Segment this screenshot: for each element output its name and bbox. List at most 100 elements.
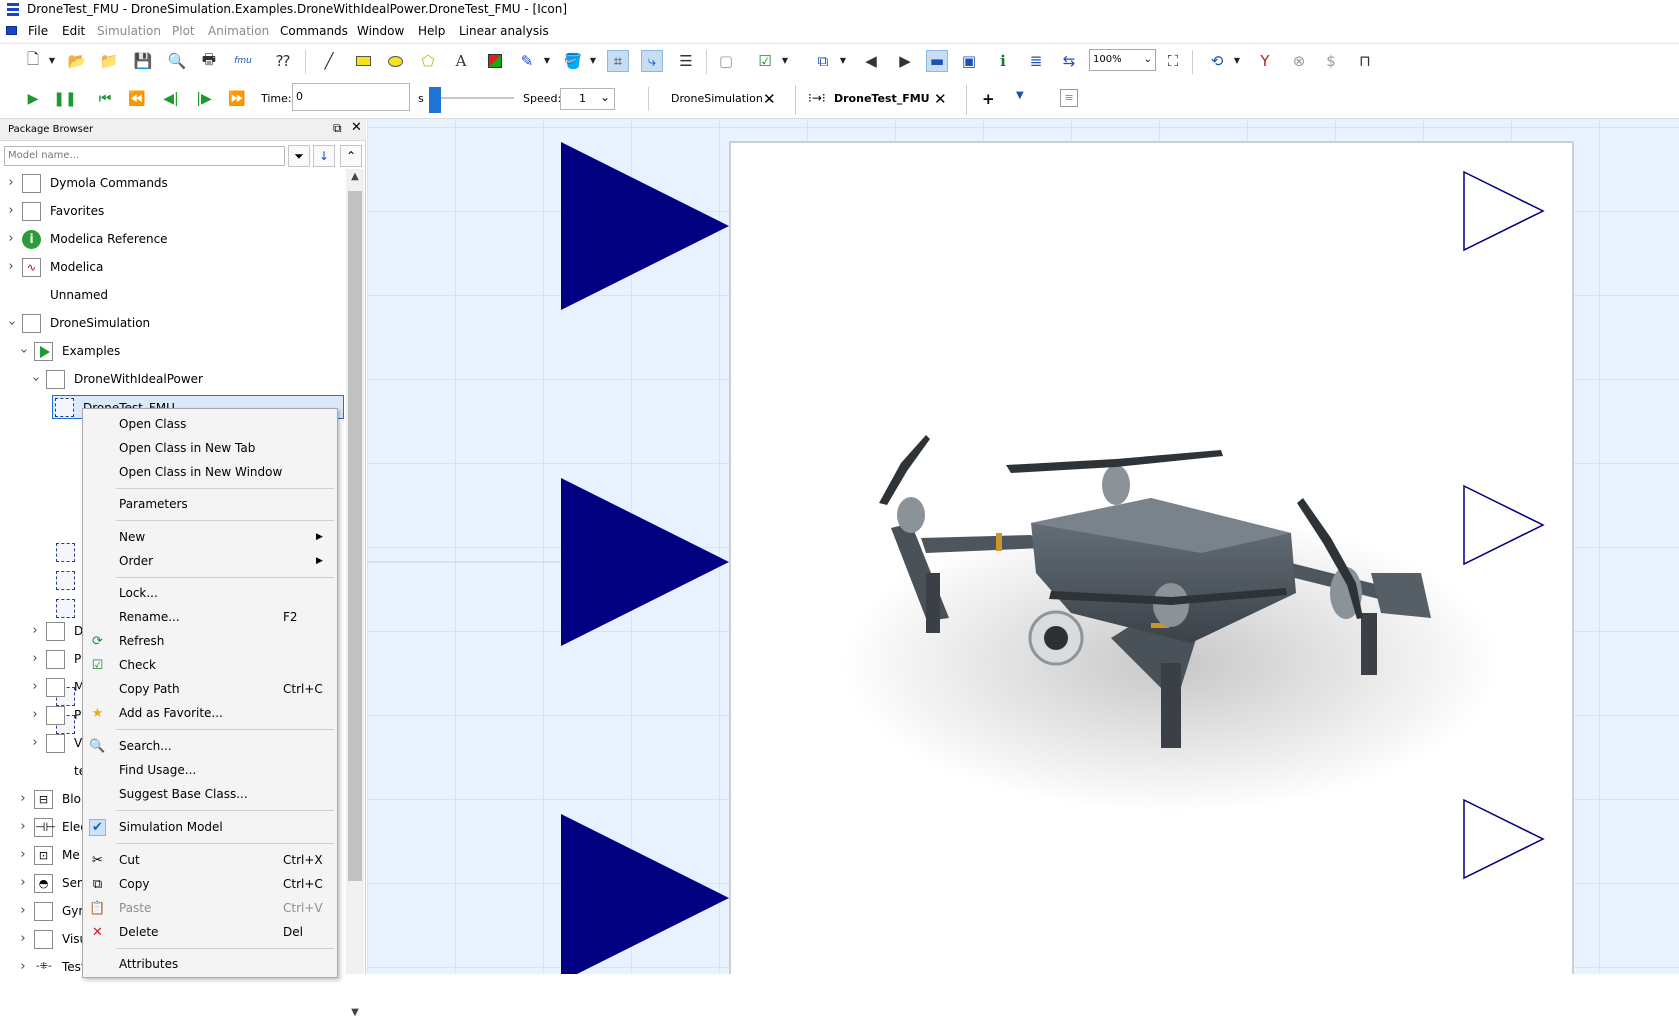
load-icon[interactable]: 📁 (98, 50, 120, 72)
rotate-dropdown-arrow[interactable]: ▼ (1232, 52, 1242, 70)
scroll-up-icon[interactable]: ▲ (346, 171, 364, 182)
chevron-right-icon[interactable]: › (17, 899, 29, 923)
forward-fast-icon[interactable]: ⏩ (226, 88, 248, 110)
chevron-right-icon[interactable]: › (17, 955, 29, 979)
documentation-icon[interactable]: ℹ (992, 50, 1014, 72)
fmu-icon[interactable]: fmu (232, 50, 254, 72)
check-dropdown-arrow[interactable]: ▼ (780, 52, 790, 70)
rectangle-tool-icon[interactable] (352, 50, 374, 72)
diagram-view-icon[interactable]: ▣ (958, 50, 980, 72)
fit-window-icon[interactable]: ⛶ (1162, 50, 1184, 72)
package-browser-scrollbar[interactable]: ▲ ▼ (346, 169, 364, 1018)
tree-item-modelica-reference[interactable]: › i Modelica Reference (0, 227, 340, 251)
forward-arrow-icon[interactable]: ▶ (894, 50, 916, 72)
menu-item-lock[interactable]: Lock... (83, 582, 337, 605)
time-input[interactable]: 0 (292, 83, 410, 111)
tree-item-mechanics[interactable]: › ⊡ Me (0, 843, 90, 867)
zoom-select[interactable]: 100% ⌄ (1089, 49, 1156, 71)
line-tool-icon[interactable]: ╱ (318, 50, 340, 72)
chevron-right-icon[interactable]: › (29, 703, 41, 727)
open-folder-icon[interactable]: 📂 (66, 50, 88, 72)
menu-item-attributes[interactable]: Attributes (83, 953, 337, 976)
new-file-icon[interactable]: 🗋 (22, 50, 44, 72)
tab-dronetest-fmu[interactable]: ⁝→⁝ DroneTest_FMU ✕ (795, 85, 967, 115)
rotate-icon[interactable]: ⟲ (1206, 50, 1228, 72)
chevron-right-icon[interactable]: › (29, 647, 41, 671)
tree-item-dronewithidealpower[interactable]: › DroneWithIdealPower (0, 367, 340, 391)
grid-icon[interactable]: ⌗ (607, 50, 629, 72)
chevron-down-icon[interactable]: › (23, 373, 47, 385)
menu-item-cut[interactable]: ✂ Cut Ctrl+X (83, 849, 337, 872)
menu-simulation[interactable]: Simulation (97, 24, 161, 38)
fill-color-dropdown-arrow[interactable]: ▼ (588, 52, 598, 70)
print-icon[interactable]: 🖶 (198, 50, 220, 72)
bitmap-tool-icon[interactable] (484, 50, 506, 72)
menu-item-open-class-new-window[interactable]: Open Class in New Window (83, 461, 337, 484)
tree-item-dronesimulation[interactable]: › DroneSimulation (0, 311, 340, 335)
tree-item-favorites[interactable]: › Favorites (0, 199, 340, 223)
menu-item-simulation-model[interactable]: ✔ Simulation Model (83, 816, 337, 839)
menu-item-paste[interactable]: 📋 Paste Ctrl+V (83, 897, 337, 920)
menu-item-check[interactable]: ☑ Check (83, 654, 337, 677)
tree-item-gyro[interactable]: › Gyr (0, 899, 90, 923)
tree-item-sensors[interactable]: › ◓ Sen (0, 871, 90, 895)
pause-icon[interactable]: ❚❚ (53, 88, 76, 110)
menu-item-copy[interactable]: ⧉ Copy Ctrl+C (83, 873, 337, 896)
line-color-icon[interactable]: ✎ (516, 50, 538, 72)
menu-item-rename[interactable]: Rename... F2 (83, 606, 337, 629)
close-icon[interactable]: ✕ (763, 85, 776, 113)
chevron-right-icon[interactable]: › (17, 871, 29, 895)
chevron-right-icon[interactable]: › (17, 787, 29, 811)
search-icon[interactable]: 🔍 (166, 50, 188, 72)
menu-plot[interactable]: Plot (172, 24, 195, 38)
menu-item-copy-path[interactable]: Copy Path Ctrl+C (83, 678, 337, 701)
transparent-square-icon[interactable]: ▢ (715, 50, 737, 72)
menu-edit[interactable]: Edit (62, 24, 85, 38)
fill-color-icon[interactable]: 🪣 (562, 50, 584, 72)
menu-item-open-class-new-tab[interactable]: Open Class in New Tab (83, 437, 337, 460)
menu-animation[interactable]: Animation (208, 24, 269, 38)
tab-list-dropdown-icon[interactable]: ▼ (1016, 90, 1024, 101)
menu-file[interactable]: File (28, 24, 48, 38)
reverse-fast-icon[interactable]: ⏪ (126, 88, 148, 110)
menu-item-open-class[interactable]: Open Class (83, 413, 337, 436)
scrollbar-thumb[interactable] (348, 191, 362, 881)
collapse-all-icon[interactable]: ⌃ (340, 145, 362, 167)
tree-item-visualization[interactable]: › Visu (0, 927, 90, 951)
menu-item-find-usage[interactable]: Find Usage... (83, 759, 337, 782)
tree-item-package[interactable]: › D (0, 619, 90, 643)
drone-model-icon[interactable] (56, 571, 75, 590)
whats-this-help-icon[interactable]: ⁇ (272, 50, 294, 72)
sort-icon[interactable]: ↓ (313, 145, 335, 167)
chevron-right-icon[interactable]: › (17, 815, 29, 839)
menu-item-delete[interactable]: ✕ Delete Del (83, 921, 337, 944)
align-icon[interactable]: ☰ (675, 50, 697, 72)
text-tool-icon[interactable]: A (450, 50, 472, 72)
menu-item-order[interactable]: Order ▶ (83, 550, 337, 573)
scroll-down-icon[interactable]: ▼ (346, 1007, 364, 1018)
forward-step-icon[interactable]: |▶ (193, 88, 215, 110)
menu-item-refresh[interactable]: ⟳ Refresh (83, 630, 337, 653)
chevron-right-icon[interactable]: › (5, 255, 17, 279)
flip-icon[interactable]: Y (1254, 50, 1276, 72)
layout-icon[interactable]: ≡ (1060, 89, 1078, 107)
undock-icon[interactable]: ⧉ (333, 121, 342, 136)
chevron-right-icon[interactable]: › (5, 171, 17, 195)
layer-dropdown-arrow[interactable]: ▼ (838, 52, 848, 70)
tree-item-dymola-commands[interactable]: › Dymola Commands (0, 171, 340, 195)
used-classes-icon[interactable]: ⇆ (1058, 50, 1080, 72)
chevron-down-icon[interactable]: › (11, 345, 35, 357)
speed-select[interactable]: 1 (560, 87, 615, 110)
reverse-step-icon[interactable]: ◀| (160, 88, 182, 110)
close-icon[interactable]: ✕ (351, 120, 362, 135)
check-model-icon[interactable]: ☑ (754, 50, 776, 72)
polygon-tool-icon[interactable]: ⬠ (417, 50, 439, 72)
dollar-icon[interactable]: $ (1320, 50, 1342, 72)
tree-item-package[interactable]: › V (0, 731, 90, 755)
ellipse-tool-icon[interactable] (384, 50, 406, 72)
model-name-filter-input[interactable]: Model name... (4, 146, 285, 166)
tree-item-package[interactable]: › M (0, 675, 90, 699)
icon-layer-icon[interactable]: ▬ (926, 50, 948, 72)
tree-item-te[interactable]: te (0, 759, 90, 783)
tree-item-unnamed[interactable]: Unnamed (0, 283, 340, 307)
